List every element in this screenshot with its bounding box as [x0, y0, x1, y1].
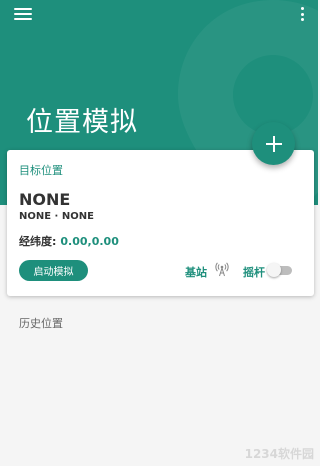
station-label[interactable]: 基站 [185, 264, 207, 280]
site-watermark: 1234软件园 [244, 447, 314, 461]
coordinates-label: 经纬度: [19, 235, 57, 248]
hamburger-menu-icon[interactable] [14, 6, 32, 22]
plus-icon [265, 135, 282, 152]
toggle-thumb [267, 263, 281, 277]
card-label: 目标位置 [19, 164, 63, 177]
coordinates-value: 0.00,0.00 [60, 235, 119, 248]
page-title: 位置模拟 [26, 107, 138, 138]
history-section-label: 历史位置 [19, 317, 63, 330]
joystick-toggle[interactable] [267, 263, 293, 277]
more-vertical-icon[interactable] [296, 5, 308, 23]
start-simulation-button[interactable]: 启动模拟 [19, 260, 88, 281]
location-name: NONE [19, 190, 71, 209]
add-location-button[interactable] [252, 122, 295, 165]
cell-tower-icon[interactable] [214, 261, 230, 277]
coordinates-row: 经纬度: 0.00,0.00 [19, 233, 119, 249]
joystick-label: 摇杆 [243, 266, 265, 279]
target-location-card: 目标位置 NONE NONE · NONE 经纬度: 0.00,0.00 启动模拟… [7, 150, 314, 296]
location-subtitle: NONE · NONE [19, 211, 94, 222]
